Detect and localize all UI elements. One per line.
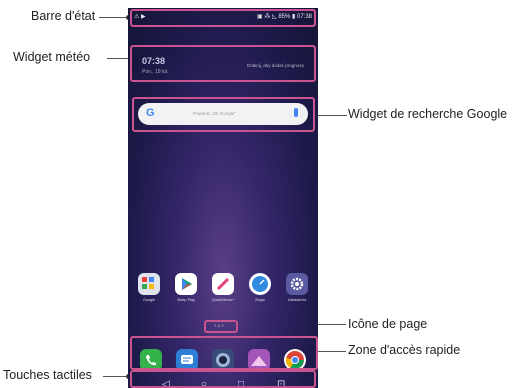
leader-line xyxy=(316,351,346,352)
app-label: Google xyxy=(142,298,156,302)
play-store-icon xyxy=(175,273,197,295)
leader-line xyxy=(103,376,128,377)
app-google[interactable]: Google xyxy=(134,273,164,302)
quick-access-highlight xyxy=(130,336,318,370)
app-label: Sklep Play xyxy=(177,298,195,302)
leader-line xyxy=(314,115,347,116)
app-label: Ustawienia xyxy=(287,298,307,302)
status-bar-highlight xyxy=(130,9,316,27)
app-play-store[interactable]: Sklep Play xyxy=(171,273,201,302)
callout-page-icon: Icône de page xyxy=(348,317,428,331)
app-clock[interactable]: Zegar xyxy=(245,273,275,302)
app-label: Zegar xyxy=(255,298,265,302)
home-app-row: Google Sklep Play QuickMemo+ Zegar Ustaw… xyxy=(134,273,312,313)
callout-touch-keys: Touches tactiles xyxy=(3,368,92,382)
page-indicator-highlight xyxy=(204,320,238,333)
phone-screen: ⚠ ▶ ▣ ⁂ ◺ 85% ▮ 07:38 07:38 Pon., 18 lut… xyxy=(128,8,318,388)
google-widget-highlight xyxy=(132,97,315,132)
app-label: QuickMemo+ xyxy=(211,298,235,302)
callout-google-widget: Widget de recherche Google xyxy=(348,107,508,121)
callout-weather-widget: Widget météo xyxy=(13,50,91,64)
google-folder-icon xyxy=(138,273,160,295)
leader-line xyxy=(99,17,126,18)
app-quickmemo[interactable]: QuickMemo+ xyxy=(208,273,238,302)
app-settings[interactable]: Ustawienia xyxy=(282,273,312,302)
weather-widget-highlight xyxy=(130,45,316,82)
settings-icon xyxy=(286,273,308,295)
quickmemo-icon xyxy=(212,273,234,295)
callout-status-bar: Barre d'état xyxy=(31,9,96,23)
clock-icon xyxy=(249,273,271,295)
touch-keys-highlight xyxy=(130,370,316,388)
callout-quick-access: Zone d'accès rapide xyxy=(348,343,461,357)
